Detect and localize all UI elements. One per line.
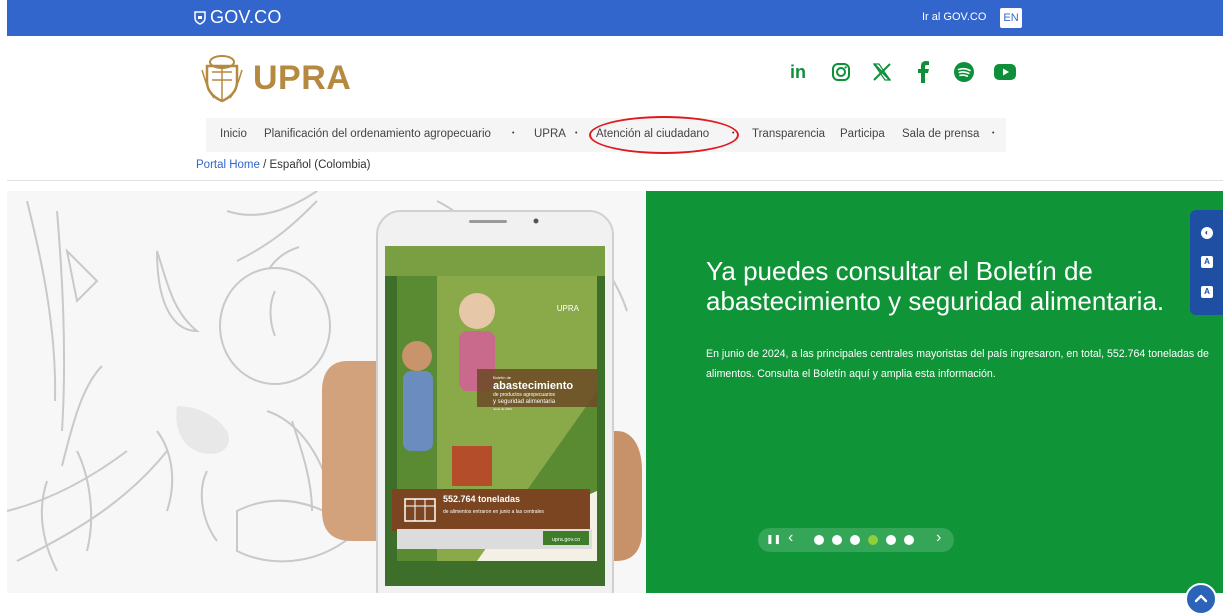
- hero-title[interactable]: Ya puedes consultar el Boletín de abaste…: [706, 256, 1206, 316]
- phone-label-line2: de productos agropecuarios: [493, 392, 555, 398]
- brand-name: UPRA: [253, 58, 352, 97]
- chevron-left-icon[interactable]: ‹: [788, 529, 793, 547]
- x-icon[interactable]: [870, 60, 894, 84]
- chevron-down-icon[interactable]: •: [992, 130, 994, 137]
- phone-stat-rest: de alimentos entraron en junio a las cen…: [443, 509, 544, 515]
- carousel-dot[interactable]: [850, 535, 860, 545]
- linkedin-icon[interactable]: in: [788, 60, 812, 84]
- spotify-icon[interactable]: [952, 60, 976, 84]
- phone-label-big: abastecimiento: [493, 380, 573, 392]
- phone-label-date: Junio de 2024: [493, 407, 512, 411]
- page-edge: [0, 0, 7, 615]
- ir-al-govco-link[interactable]: Ir al GOV.CO: [922, 11, 986, 23]
- language-toggle-button[interactable]: EN: [1000, 8, 1022, 28]
- pause-icon[interactable]: ❚❚: [766, 534, 781, 545]
- header-divider: [7, 180, 1223, 181]
- carousel-controls: ❚❚ ‹ ›: [758, 528, 954, 552]
- nav-item-sala-de-prensa[interactable]: Sala de prensa: [902, 128, 979, 140]
- gov-co-logo-text: GOV.CO: [210, 7, 282, 27]
- carousel-dot[interactable]: [886, 535, 896, 545]
- nav-item-transparencia[interactable]: Transparencia: [752, 128, 825, 140]
- social-links: in: [788, 60, 1017, 84]
- upra-brand[interactable]: UPRA: [199, 52, 351, 104]
- chevron-down-icon[interactable]: •: [575, 130, 577, 137]
- breadcrumb-separator: /: [259, 159, 270, 171]
- phone-footer-url: upra.gov.co: [552, 537, 580, 543]
- phone-stat-bold: 552.764 toneladas: [443, 494, 520, 504]
- facebook-icon[interactable]: [911, 60, 935, 84]
- breadcrumb-home-link[interactable]: Portal Home: [196, 159, 260, 171]
- chevron-down-icon[interactable]: •: [512, 130, 514, 137]
- breadcrumb: Portal Home / Español (Colombia): [196, 159, 371, 171]
- nav-item-participa[interactable]: Participa: [840, 128, 885, 140]
- nav-item-upra[interactable]: UPRA: [534, 128, 566, 140]
- chevron-up-icon: [1194, 594, 1208, 603]
- nav-item-planificacion[interactable]: Planificación del ordenamiento agropecua…: [264, 128, 491, 140]
- contrast-icon[interactable]: ◐: [1201, 227, 1213, 239]
- nav-item-inicio[interactable]: Inicio: [220, 128, 247, 140]
- back-to-top-button[interactable]: [1185, 583, 1217, 615]
- colombia-coat-of-arms-icon: [201, 55, 243, 103]
- increase-text-icon[interactable]: A: [1201, 286, 1213, 298]
- phone-brand-label: UPRA: [557, 304, 580, 313]
- carousel-dot[interactable]: [832, 535, 842, 545]
- breadcrumb-current: Español (Colombia): [269, 159, 371, 171]
- phone-label-line3: y seguridad alimentaria: [493, 399, 556, 405]
- annotation-circle: [589, 116, 739, 154]
- carousel-dot[interactable]: [904, 535, 914, 545]
- accessibility-toolbar: ◐ A A: [1190, 210, 1223, 315]
- carousel-dot[interactable]: [814, 535, 824, 545]
- svg-text:in: in: [790, 62, 806, 82]
- carousel-dot-active[interactable]: [868, 535, 878, 545]
- gov-shield-icon: [194, 10, 206, 25]
- hero-image[interactable]: UPRA Boletín de abastecimiento de produc…: [7, 191, 647, 593]
- gov-topbar: GOV.CO Ir al GOV.CO EN: [7, 0, 1223, 36]
- youtube-icon[interactable]: [993, 60, 1017, 84]
- vegetable-sketch-illustration: UPRA Boletín de abastecimiento de produc…: [7, 191, 642, 593]
- chevron-right-icon[interactable]: ›: [936, 529, 941, 547]
- gov-co-logo[interactable]: GOV.CO: [194, 7, 282, 28]
- instagram-icon[interactable]: [829, 60, 853, 84]
- decrease-text-icon[interactable]: A: [1201, 256, 1213, 268]
- hero-description: En junio de 2024, a las principales cent…: [706, 348, 1209, 380]
